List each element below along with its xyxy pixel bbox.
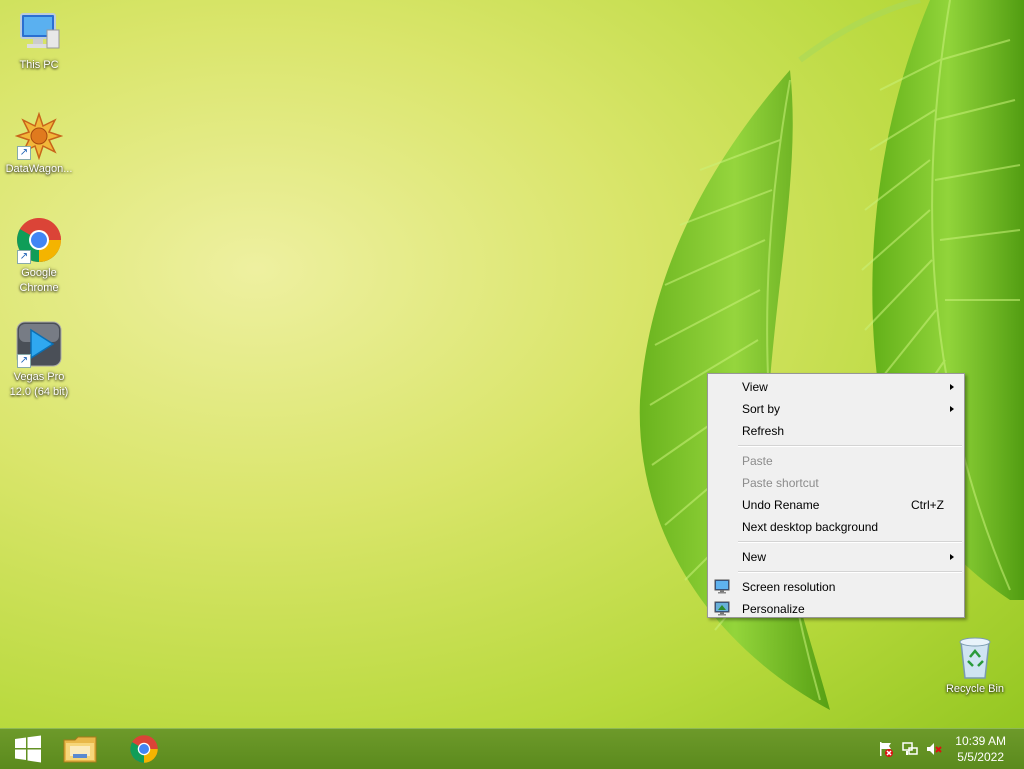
menu-item-screen-resolution[interactable]: Screen resolution bbox=[708, 576, 964, 598]
shortcut-arrow-icon: ↗ bbox=[17, 250, 31, 264]
datawagon-icon: ↗ bbox=[14, 111, 64, 161]
taskbar-clock[interactable]: 10:39 AM 5/5/2022 bbox=[955, 733, 1006, 765]
menu-item-shortcut: Ctrl+Z bbox=[911, 498, 944, 512]
menu-item-label: View bbox=[742, 380, 768, 394]
menu-item-label: Next desktop background bbox=[742, 520, 879, 534]
screen-resolution-icon bbox=[714, 579, 730, 594]
desktop-icon-label-line2: Chrome bbox=[19, 282, 59, 294]
taskbar-file-explorer-button[interactable] bbox=[52, 729, 108, 769]
this-pc-icon bbox=[15, 8, 63, 56]
menu-separator bbox=[738, 445, 962, 447]
menu-item-refresh[interactable]: Refresh bbox=[708, 420, 964, 442]
menu-item-label: Sort by bbox=[742, 402, 781, 416]
personalize-icon bbox=[714, 601, 730, 616]
menu-separator bbox=[738, 571, 962, 573]
desktop-context-menu: View Sort by Refresh Paste Paste shortcu… bbox=[707, 373, 965, 618]
menu-item-label: Personalize bbox=[742, 602, 805, 616]
submenu-arrow-icon bbox=[950, 406, 954, 412]
desktop-icon-vegas-pro[interactable]: ↗ Vegas Pro 12.0 (64 bit) bbox=[0, 312, 78, 400]
submenu-arrow-icon bbox=[950, 384, 954, 390]
desktop-icon-google-chrome[interactable]: ↗ Google Chrome bbox=[0, 208, 78, 296]
submenu-arrow-icon bbox=[950, 554, 954, 560]
menu-item-label: Refresh bbox=[742, 424, 785, 438]
chrome-icon bbox=[130, 735, 158, 763]
menu-item-label: New bbox=[742, 550, 767, 564]
menu-item-undo-rename[interactable]: Undo Rename Ctrl+Z bbox=[708, 494, 964, 516]
desktop-icon-label-line2: 12.0 (64 bit) bbox=[9, 386, 69, 398]
shortcut-arrow-icon: ↗ bbox=[17, 354, 31, 368]
clock-date: 5/5/2022 bbox=[957, 750, 1004, 764]
menu-item-label: Paste shortcut bbox=[742, 476, 819, 490]
menu-item-view[interactable]: View bbox=[708, 376, 964, 398]
menu-item-sort-by[interactable]: Sort by bbox=[708, 398, 964, 420]
clock-time: 10:39 AM bbox=[955, 734, 1006, 748]
menu-item-paste: Paste bbox=[708, 450, 964, 472]
chrome-icon: ↗ bbox=[15, 216, 63, 264]
vegas-pro-icon: ↗ bbox=[15, 320, 63, 368]
start-button[interactable] bbox=[0, 729, 56, 769]
action-center-flag-icon[interactable] bbox=[878, 741, 894, 757]
recycle-bin-icon bbox=[951, 632, 999, 680]
desktop-icon-label: Recycle Bin bbox=[945, 683, 1005, 695]
taskbar-chrome-button[interactable] bbox=[116, 729, 172, 769]
windows-logo-icon bbox=[15, 735, 41, 763]
system-tray: 10:39 AM 5/5/2022 bbox=[864, 729, 1024, 769]
shortcut-arrow-icon: ↗ bbox=[17, 146, 31, 160]
menu-item-paste-shortcut: Paste shortcut bbox=[708, 472, 964, 494]
desktop-icon-recycle-bin[interactable]: Recycle Bin bbox=[936, 624, 1014, 697]
folder-icon bbox=[63, 736, 97, 763]
menu-item-label: Screen resolution bbox=[742, 580, 836, 594]
desktop-icon-label-line1: Vegas Pro bbox=[13, 371, 65, 383]
menu-item-next-desktop-background[interactable]: Next desktop background bbox=[708, 516, 964, 538]
desktop-icon-datawagon[interactable]: ↗ DataWagon... bbox=[0, 104, 78, 177]
menu-item-label: Paste bbox=[742, 454, 773, 468]
menu-item-label: Undo Rename bbox=[742, 498, 820, 512]
desktop-icon-label-line1: Google bbox=[21, 267, 57, 279]
menu-separator bbox=[738, 541, 962, 543]
desktop-icon-label: This PC bbox=[19, 59, 59, 71]
menu-item-personalize[interactable]: Personalize bbox=[708, 598, 964, 620]
taskbar: 10:39 AM 5/5/2022 bbox=[0, 728, 1024, 769]
network-icon[interactable] bbox=[902, 741, 918, 757]
desktop-icon-this-pc[interactable]: This PC bbox=[0, 0, 78, 73]
desktop-icon-label: DataWagon... bbox=[5, 163, 73, 175]
menu-item-new[interactable]: New bbox=[708, 546, 964, 568]
volume-muted-icon[interactable] bbox=[926, 741, 942, 757]
